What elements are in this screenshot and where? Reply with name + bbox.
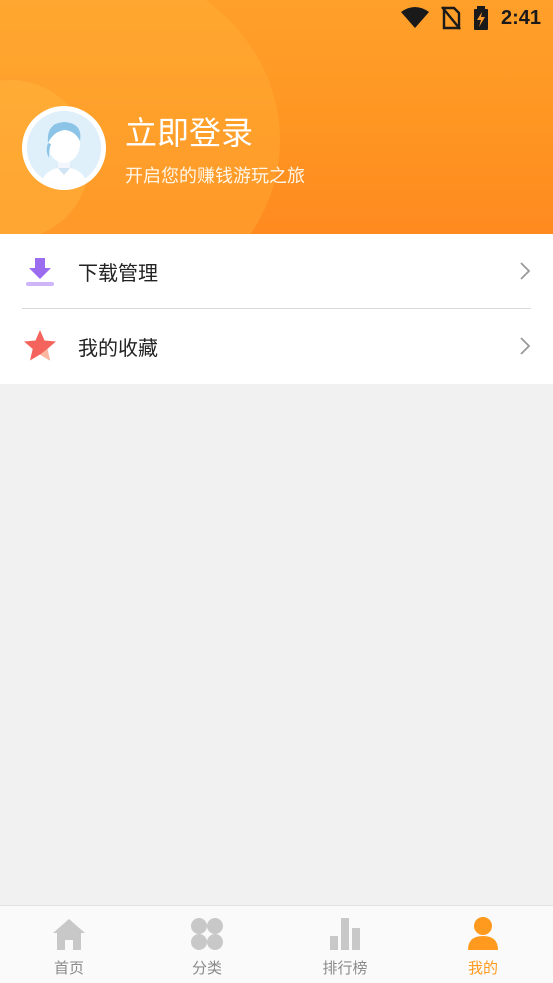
tab-label: 分类: [191, 959, 222, 977]
login-subtitle: 开启您的赚钱游玩之旅: [125, 166, 305, 187]
tab-label: 首页: [53, 959, 84, 977]
tab-ranking[interactable]: 排行榜: [276, 906, 414, 983]
download-icon: [26, 258, 54, 286]
tab-mine[interactable]: 我的: [414, 906, 552, 983]
status-bar: 2:41: [400, 6, 541, 30]
chevron-right-icon: [520, 262, 531, 280]
avatar[interactable]: [22, 106, 106, 190]
category-icon: [191, 918, 223, 950]
menu-item-label: 我的收藏: [78, 335, 158, 360]
user-icon: [468, 917, 498, 950]
tab-label: 排行榜: [322, 959, 368, 977]
no-sim-icon: [441, 6, 461, 30]
tab-category[interactable]: 分类: [138, 906, 276, 983]
login-title[interactable]: 立即登录: [125, 108, 253, 154]
battery-charging-icon: [473, 6, 488, 30]
chevron-right-icon: [520, 337, 531, 355]
star-icon: [24, 330, 56, 361]
menu-list: 下载管理 我的收藏: [0, 234, 553, 384]
wifi-icon: [400, 7, 429, 28]
tab-label: 我的: [467, 959, 498, 977]
status-time: 2:41: [500, 6, 541, 29]
menu-item-label: 下载管理: [78, 260, 158, 285]
avatar-user-icon: [27, 111, 101, 185]
profile-header: 2:41 立即登录 开启您的赚钱游玩之旅: [0, 0, 553, 234]
bottom-tab-bar: 首页 分类 排行榜 我的: [0, 905, 553, 983]
tab-home[interactable]: 首页: [0, 906, 138, 983]
ranking-icon: [330, 918, 360, 950]
menu-item-favorites[interactable]: 我的收藏: [0, 309, 553, 383]
home-icon: [53, 919, 85, 950]
menu-item-downloads[interactable]: 下载管理: [0, 234, 553, 309]
